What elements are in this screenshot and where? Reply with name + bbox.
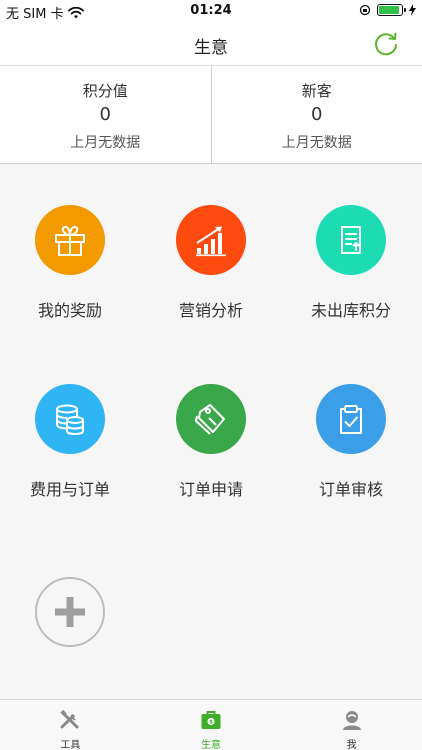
- tab-business[interactable]: $ 生意: [141, 700, 282, 750]
- stat-value: 0: [311, 104, 323, 125]
- tile-order-review[interactable]: 订单审核: [281, 384, 421, 500]
- stat-label: 新客: [301, 82, 332, 100]
- battery-level: [379, 6, 399, 14]
- tile-icon-circle: [176, 205, 246, 275]
- gift-icon: [55, 225, 85, 256]
- tile-fees-and-orders[interactable]: 费用与订单: [0, 384, 140, 500]
- tile-icon-circle: [316, 384, 386, 454]
- tile-order-application[interactable]: 订单申请: [141, 384, 281, 500]
- refresh-icon: [375, 32, 397, 56]
- svg-text:$: $: [209, 720, 213, 726]
- stat-new-customers[interactable]: 新客 0 上月无数据: [210, 66, 422, 163]
- tile-label: 营销分析: [178, 301, 243, 320]
- stat-subtext: 上月无数据: [70, 135, 141, 151]
- stats-panel: 积分值 0 上月无数据 新客 0 上月无数据: [0, 66, 422, 164]
- briefcase-icon: $: [201, 711, 221, 729]
- tab-me[interactable]: 我: [281, 700, 422, 750]
- tile-label: 我的奖励: [37, 301, 102, 320]
- stat-subtext: 上月无数据: [281, 135, 352, 151]
- tab-label: 我: [346, 740, 357, 750]
- tile-label: 未出库积分: [310, 301, 391, 320]
- nav-bar: 生意: [0, 22, 422, 66]
- tab-tools[interactable]: 工具: [0, 700, 141, 750]
- tools-icon: [60, 709, 79, 729]
- tile-icon-circle: [316, 205, 386, 275]
- tile-marketing-analysis[interactable]: 营销分析: [141, 205, 281, 321]
- tile-icon-circle: [35, 384, 105, 454]
- bar-chart-icon: [196, 226, 226, 257]
- document-upload-icon: [341, 226, 361, 254]
- tile-unshipped-points[interactable]: 未出库积分: [281, 205, 421, 321]
- charging-bolt-icon: [409, 4, 416, 16]
- tab-label: 工具: [60, 740, 81, 750]
- database-icon: [56, 404, 84, 436]
- tile-label: 订单审核: [318, 480, 383, 499]
- clipboard-check-icon: [340, 405, 362, 434]
- refresh-button[interactable]: [372, 30, 400, 58]
- tab-bar: 工具 $ 生意 我: [0, 699, 422, 750]
- status-right: [359, 4, 416, 16]
- page-title: 生意: [194, 38, 228, 58]
- stat-points[interactable]: 积分值 0 上月无数据: [0, 66, 211, 163]
- user-icon: [342, 711, 361, 730]
- tile-label: 订单申请: [178, 480, 243, 499]
- battery-icon: [377, 4, 406, 16]
- tile-label: 费用与订单: [29, 480, 110, 499]
- orientation-lock-icon: [359, 4, 371, 16]
- tab-label: 生意: [201, 740, 221, 750]
- tag-icon: [195, 404, 225, 435]
- stat-value: 0: [99, 104, 111, 125]
- status-bar: 无 SIM 卡 01:24: [0, 0, 422, 22]
- tile-icon-circle: [35, 205, 105, 275]
- stat-label: 积分值: [82, 82, 128, 100]
- plus-icon: [55, 597, 85, 627]
- add-tile-button[interactable]: [35, 577, 105, 647]
- tile-icon-circle: [176, 384, 246, 454]
- tile-my-rewards[interactable]: 我的奖励: [0, 205, 140, 321]
